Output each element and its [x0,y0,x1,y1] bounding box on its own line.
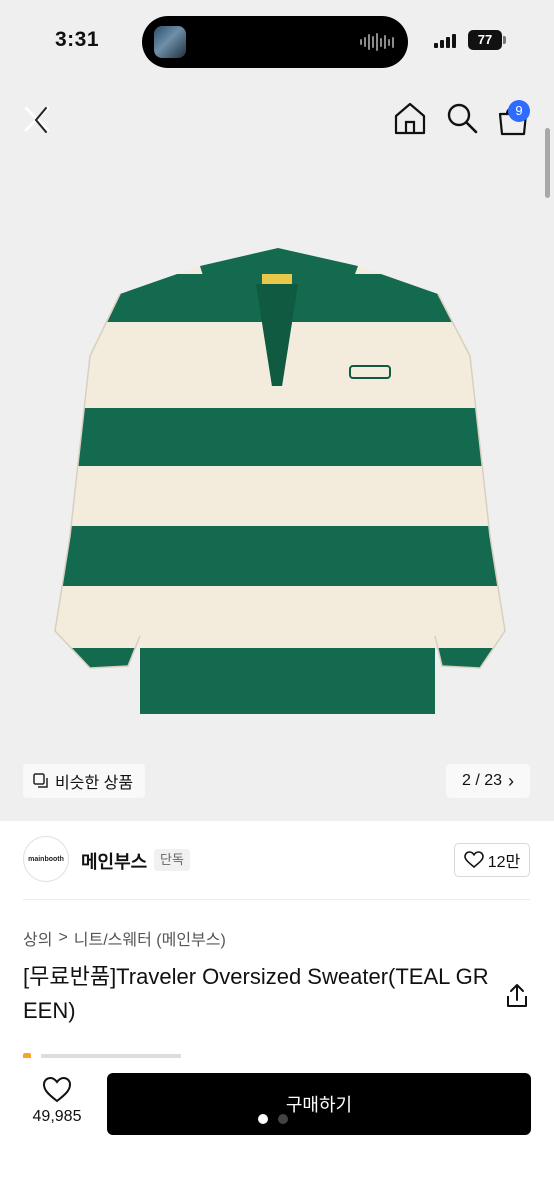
heart-icon [463,851,484,869]
battery-icon: 77 [468,30,502,50]
close-icon[interactable] [18,100,58,140]
wishlist-count: 49,985 [32,1108,82,1125]
brand-like-count: 12만 [487,854,521,871]
buy-button-label: 구매하기 [285,1095,353,1115]
status-time: 3:31 [55,28,100,51]
product-title: [무료반품]Traveler Oversized Sweater(TEAL GR… [23,964,489,1023]
exclusive-badge: 단독 [154,849,190,871]
battery-level: 77 [477,32,493,47]
breadcrumb-item-knit[interactable]: 니트/스웨터 (메인부스) [74,926,226,950]
image-counter-button[interactable]: 2 / 23 › [446,764,530,798]
dynamic-island[interactable] [142,16,408,68]
page-scrollbar[interactable] [545,128,550,198]
home-icon[interactable] [392,100,428,136]
share-icon[interactable] [503,982,531,1010]
brand-logo-text: mainbooth [28,855,64,863]
battery-nub [503,36,506,44]
wishlist-heart-icon[interactable] [42,1076,72,1104]
breadcrumb: 상의 > 니트/스웨터 (메인부스) [23,926,226,950]
search-icon[interactable] [444,100,480,136]
brand-logo[interactable]: mainbooth [23,836,69,882]
brand-like-button[interactable]: 12만 [454,843,530,877]
chevron-right-icon: › [508,770,515,791]
divider [23,899,530,900]
now-playing-artwork [154,26,186,58]
brand-name[interactable]: 메인부스 [81,848,147,874]
page-dot [278,1114,288,1124]
similar-products-button[interactable]: 비슷한 상품 [23,764,146,798]
product-image-sweater[interactable] [50,236,510,716]
page-indicator [258,1114,288,1124]
status-bar: 3:31 77 [0,0,554,86]
breadcrumb-separator: > [58,929,68,946]
similar-products-label: 비슷한 상품 [55,775,134,792]
cellular-signal-icon [434,33,456,48]
similar-icon [33,773,48,788]
rating-row-partial [23,1048,223,1058]
audio-wave-icon [360,33,394,51]
breadcrumb-item-top[interactable]: 상의 [23,926,52,950]
image-counter-text: 2 / 23 [461,772,503,789]
cart-count-badge: 9 [508,100,530,122]
buy-button[interactable]: 구매하기 [107,1073,531,1135]
page-dot-active [258,1114,268,1124]
